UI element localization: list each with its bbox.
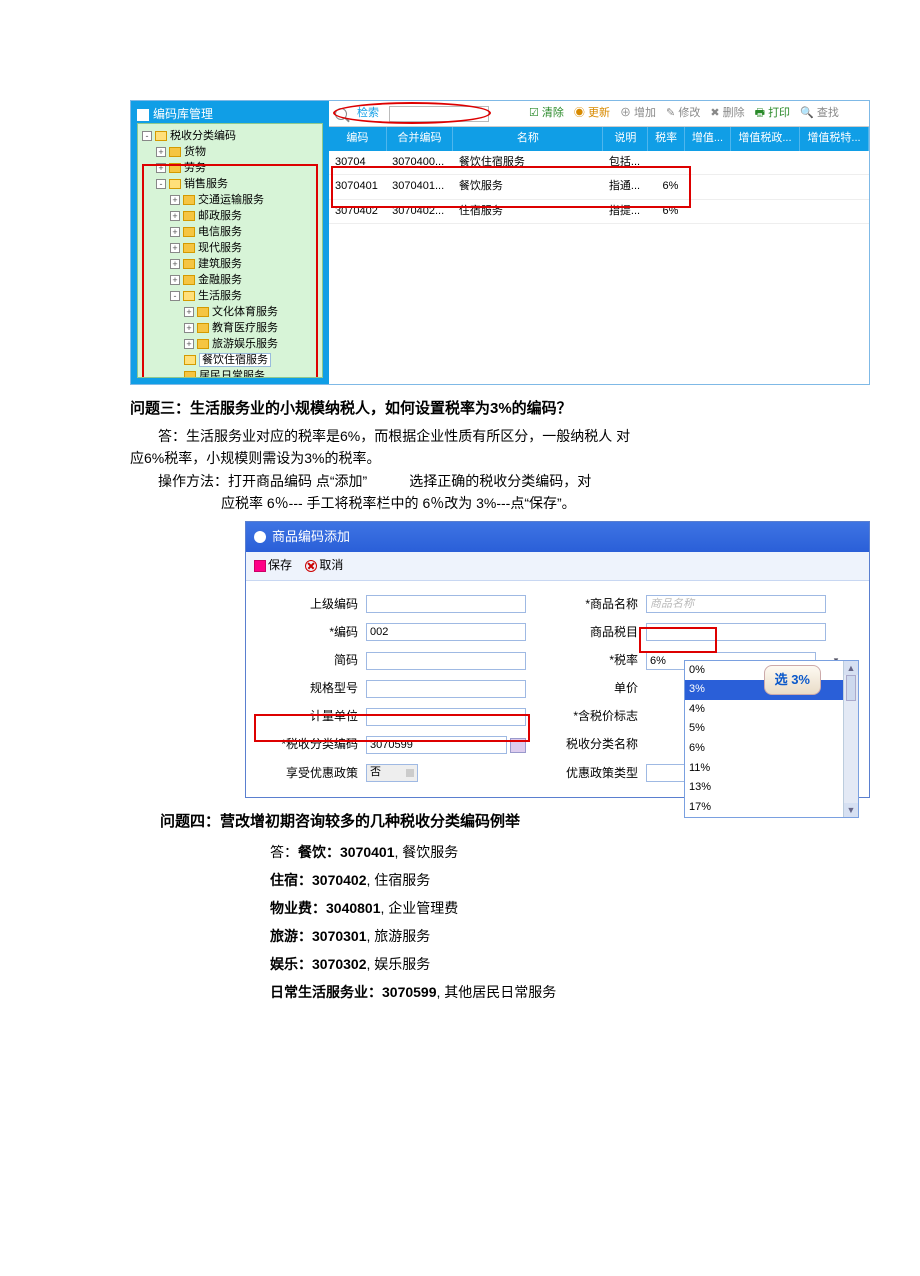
- dropdown-scrollbar[interactable]: ▲ ▼: [843, 661, 858, 818]
- tree-root[interactable]: 税收分类编码: [170, 130, 236, 142]
- rate-option[interactable]: 4%: [685, 700, 858, 720]
- sidebar-title-text: 编码库管理: [153, 105, 213, 124]
- col-name[interactable]: 名称: [453, 127, 603, 151]
- label-item: 商品税目: [526, 623, 646, 642]
- tree-edu-med[interactable]: 教育医疗服务: [212, 322, 278, 334]
- dialog-icon: [254, 531, 266, 543]
- rate-option[interactable]: 11%: [685, 759, 858, 779]
- search-input[interactable]: [389, 106, 489, 122]
- tree-labor[interactable]: 劳务: [184, 162, 206, 174]
- tree-finance[interactable]: 金融服务: [198, 274, 242, 286]
- col-vatpol[interactable]: 增值税政...: [730, 127, 799, 151]
- label-incl: *含税价标志: [526, 707, 646, 726]
- scroll-up-icon[interactable]: ▲: [844, 661, 858, 675]
- add-button[interactable]: ⊕ 增加: [620, 105, 656, 123]
- tree-travel-ent[interactable]: 旅游娱乐服务: [212, 338, 278, 350]
- callout-select-3pct: 选 3%: [764, 665, 821, 696]
- dialog-title: 商品编码添加: [272, 527, 350, 548]
- label-code: *编码: [256, 623, 366, 642]
- cancel-button[interactable]: 取消: [319, 558, 343, 572]
- input-item[interactable]: [646, 623, 826, 641]
- rate-option[interactable]: 17%: [685, 798, 858, 818]
- cancel-icon: [305, 560, 317, 572]
- tree-telecom[interactable]: 电信服务: [198, 226, 242, 238]
- tree-construction[interactable]: 建筑服务: [198, 258, 242, 270]
- tree-catering-lodging[interactable]: 餐饮住宿服务: [199, 353, 271, 367]
- label-discount: 享受优惠政策: [256, 764, 366, 783]
- rate-option[interactable]: 5%: [685, 719, 858, 739]
- search-label: 检索: [357, 105, 379, 123]
- q3-method-line1: 操作方法：打开商品编码 点“添加”选择正确的税收分类编码，对: [130, 470, 860, 492]
- category-tree[interactable]: -税收分类编码 +货物 +劳务 -销售服务 +交通运输服务 +邮政服务 +电信服…: [138, 124, 322, 378]
- input-parent[interactable]: [366, 595, 526, 613]
- tree-panel: -税收分类编码 +货物 +劳务 -销售服务 +交通运输服务 +邮政服务 +电信服…: [137, 123, 323, 378]
- q4-answers: 答：餐饮：3070401, 餐饮服务 住宿：3070402, 住宿服务 物业费：…: [130, 838, 860, 1006]
- dialog-titlebar: 商品编码添加: [246, 522, 869, 553]
- label-spec: 规格型号: [256, 679, 366, 698]
- table-row[interactable]: 30704013070401...餐饮服务指通...6%: [329, 175, 869, 200]
- product-code-add-dialog: 商品编码添加 保存 取消 上级编码 *商品名称商品名称 *编码 商品税目 简码 …: [245, 521, 870, 798]
- sidebar-icon: [137, 109, 149, 121]
- input-spec[interactable]: [366, 680, 526, 698]
- edit-button[interactable]: ✎ 修改: [666, 105, 700, 123]
- clear-button[interactable]: ☑ 清除: [529, 105, 564, 123]
- scroll-thumb[interactable]: [846, 675, 856, 701]
- save-icon: [254, 560, 266, 572]
- main-toolbar: 检索 ☑ 清除 ◉ 更新 ⊕ 增加 ✎ 修改 ✖ 删除 🖶 打印 🔍 查找: [329, 101, 869, 127]
- table-row[interactable]: 307043070400...餐饮住宿服务包括...: [329, 151, 869, 175]
- col-code[interactable]: 编码: [329, 127, 386, 151]
- col-merge[interactable]: 合并编码: [386, 127, 453, 151]
- results-table: 编码 合并编码 名称 说明 税率 增值... 增值税政... 增值税特... 3…: [329, 127, 869, 224]
- input-taxcat[interactable]: [366, 736, 507, 754]
- rate-option[interactable]: 13%: [685, 778, 858, 798]
- input-code[interactable]: [366, 623, 526, 641]
- refresh-button[interactable]: ◉ 更新: [574, 105, 610, 123]
- tree-postal[interactable]: 邮政服务: [198, 210, 242, 222]
- label-taxcatname: 税收分类名称: [526, 735, 646, 754]
- tree-transport[interactable]: 交通运输服务: [198, 194, 264, 206]
- label-short: 简码: [256, 651, 366, 670]
- tree-daily-life[interactable]: 居民日常服务: [199, 370, 265, 378]
- label-distype: 优惠政策类型: [526, 764, 646, 783]
- label-parent: 上级编码: [256, 595, 366, 614]
- col-rate[interactable]: 税率: [648, 127, 684, 151]
- label-taxcat: *税收分类编码: [256, 735, 366, 754]
- label-unit: 计量单位: [256, 707, 366, 726]
- sidebar: 编码库管理 -税收分类编码 +货物 +劳务 -销售服务 +交通运输服务 +邮政服…: [131, 101, 329, 384]
- search-icon: [335, 108, 347, 120]
- find-button[interactable]: 🔍 查找: [800, 105, 839, 123]
- tree-sales-service[interactable]: 销售服务: [184, 178, 228, 190]
- select-discount[interactable]: 否: [366, 764, 418, 782]
- q3-method-line2: 应税率 6％--- 手工将税率栏中的 6％改为 3%---点“保存”。: [130, 492, 860, 514]
- input-name[interactable]: 商品名称: [646, 595, 826, 613]
- chevron-down-icon: [406, 769, 414, 777]
- q3-title: 问题三：生活服务业的小规模纳税人，如何设置税率为3%的编码？: [130, 397, 860, 421]
- scroll-down-icon[interactable]: ▼: [844, 803, 858, 817]
- q3-answer-line1: 答：生活服务业对应的税率是6%，而根据企业性质有所区分，一般纳税人 对: [130, 425, 860, 447]
- label-price: 单价: [526, 679, 646, 698]
- col-vat[interactable]: 增值...: [684, 127, 730, 151]
- dialog-toolbar: 保存 取消: [246, 552, 869, 580]
- delete-button[interactable]: ✖ 删除: [710, 105, 744, 123]
- col-desc[interactable]: 说明: [603, 127, 648, 151]
- tree-modern[interactable]: 现代服务: [198, 242, 242, 254]
- tree-culture-sport[interactable]: 文化体育服务: [212, 306, 278, 318]
- rate-option[interactable]: 6%: [685, 739, 858, 759]
- tree-goods[interactable]: 货物: [184, 146, 206, 158]
- input-short[interactable]: [366, 652, 526, 670]
- main-panel: 检索 ☑ 清除 ◉ 更新 ⊕ 增加 ✎ 修改 ✖ 删除 🖶 打印 🔍 查找 编码…: [329, 101, 869, 384]
- code-library-app: 编码库管理 -税收分类编码 +货物 +劳务 -销售服务 +交通运输服务 +邮政服…: [130, 100, 870, 385]
- save-button[interactable]: 保存: [268, 558, 292, 572]
- col-vatsp[interactable]: 增值税特...: [799, 127, 868, 151]
- lookup-button[interactable]: [510, 738, 526, 753]
- table-row[interactable]: 30704023070402...住宿服务指提...6%: [329, 199, 869, 224]
- q3-answer-line2: 应6%税率，小规模则需设为3%的税率。: [130, 447, 860, 469]
- input-unit[interactable]: [366, 708, 526, 726]
- tree-life-service[interactable]: 生活服务: [198, 290, 242, 302]
- label-rate: *税率: [526, 651, 646, 670]
- label-name: *商品名称: [526, 595, 646, 614]
- print-button[interactable]: 🖶 打印: [755, 105, 790, 123]
